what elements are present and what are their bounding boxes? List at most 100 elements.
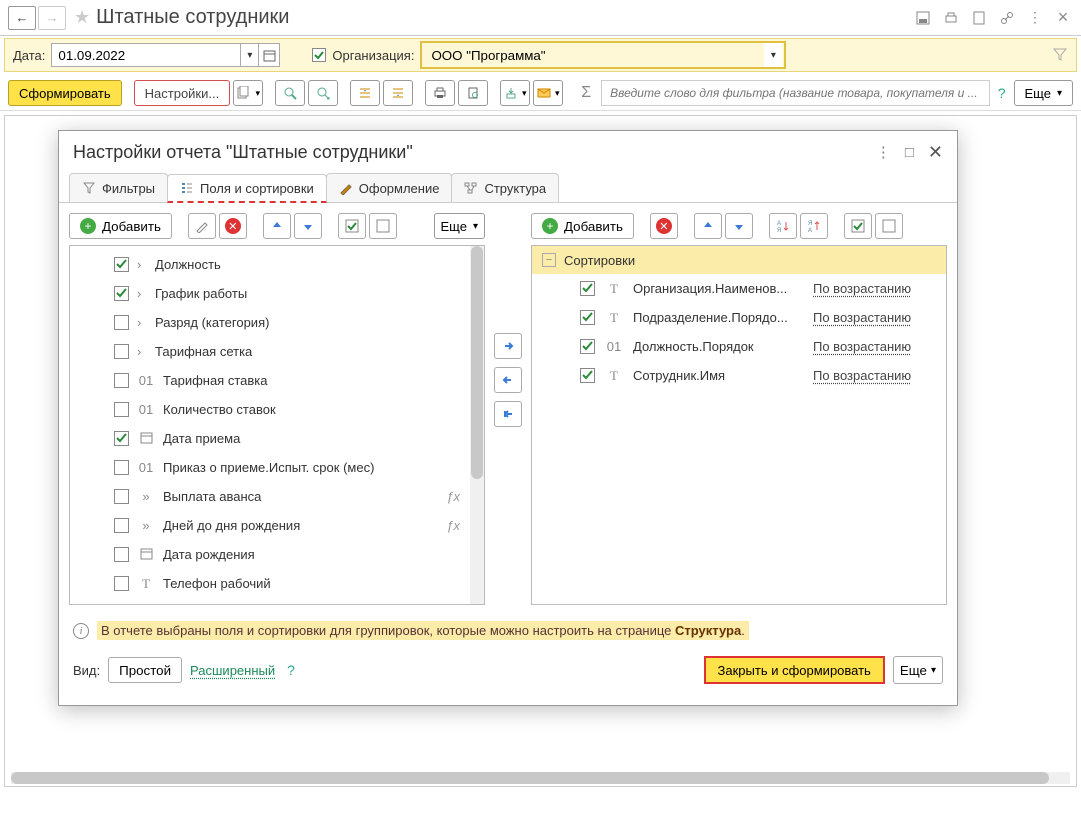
filter-funnel-icon[interactable]: [1052, 46, 1068, 65]
row-checkbox[interactable]: [114, 286, 129, 301]
field-row[interactable]: ›Должность: [74, 250, 468, 279]
row-checkbox[interactable]: [580, 281, 595, 296]
field-row[interactable]: 01Приказ о приеме.Испыт. срок (мес): [74, 453, 468, 482]
fields-move-down-button[interactable]: [294, 213, 322, 239]
nav-back-button[interactable]: ←: [8, 6, 36, 30]
report-icon[interactable]: [969, 8, 989, 28]
print-icon[interactable]: [941, 8, 961, 28]
org-dropdown-button[interactable]: ▾: [764, 43, 782, 67]
move-left-button[interactable]: [494, 367, 522, 393]
row-checkbox[interactable]: [580, 339, 595, 354]
toolbar-more-button[interactable]: Еще▾: [1014, 80, 1073, 106]
row-checkbox[interactable]: [114, 518, 129, 533]
tab-structure[interactable]: Структура: [451, 173, 559, 202]
expand-all-button[interactable]: [350, 80, 380, 106]
menu-dots-icon[interactable]: ⋮: [1025, 8, 1045, 28]
row-checkbox[interactable]: [114, 402, 129, 417]
sigma-icon[interactable]: Σ: [575, 84, 597, 102]
find-next-button[interactable]: [308, 80, 338, 106]
footer-more-button[interactable]: Еще▾: [893, 656, 943, 684]
sort-direction[interactable]: По возрастанию: [813, 310, 911, 325]
fields-uncheck-all-button[interactable]: [369, 213, 397, 239]
row-checkbox[interactable]: [114, 547, 129, 562]
sort-direction[interactable]: По возрастанию: [813, 281, 911, 296]
fields-scrollbar[interactable]: [470, 246, 484, 604]
field-row[interactable]: TТелефон рабочий: [74, 569, 468, 598]
modal-maximize-icon[interactable]: □: [905, 144, 914, 161]
row-checkbox[interactable]: [580, 310, 595, 325]
date-input[interactable]: [51, 43, 241, 67]
sorts-move-up-button[interactable]: [694, 213, 722, 239]
tab-filters[interactable]: Фильтры: [69, 173, 168, 202]
field-row[interactable]: ›Тарифная сетка: [74, 337, 468, 366]
sort-desc-button[interactable]: ЯА: [800, 213, 828, 239]
row-checkbox[interactable]: [114, 460, 129, 475]
horizontal-scrollbar[interactable]: [11, 772, 1070, 784]
settings-variants-button[interactable]: ▾: [233, 80, 263, 106]
sorts-group-header[interactable]: − Сортировки: [532, 246, 946, 274]
field-row[interactable]: 01Количество ставок: [74, 395, 468, 424]
row-checkbox[interactable]: [114, 257, 129, 272]
email-button[interactable]: ▾: [533, 80, 563, 106]
sort-direction[interactable]: По возрастанию: [813, 368, 911, 383]
generate-button[interactable]: Сформировать: [8, 80, 122, 106]
row-checkbox[interactable]: [580, 368, 595, 383]
save-icon[interactable]: [913, 8, 933, 28]
tab-design[interactable]: Оформление: [326, 173, 453, 202]
row-checkbox[interactable]: [114, 489, 129, 504]
field-row[interactable]: »Дней до дня рожденияƒx: [74, 511, 468, 540]
field-row[interactable]: 01Тарифная ставка: [74, 366, 468, 395]
modal-menu-icon[interactable]: ⋮: [876, 143, 891, 161]
field-row[interactable]: ›Разряд (категория): [74, 308, 468, 337]
close-and-generate-button[interactable]: Закрыть и сформировать: [704, 656, 885, 684]
sorts-check-all-button[interactable]: [844, 213, 872, 239]
preview-button[interactable]: [458, 80, 488, 106]
find-button[interactable]: [275, 80, 305, 106]
row-checkbox[interactable]: [114, 576, 129, 591]
fields-check-all-button[interactable]: [338, 213, 366, 239]
sorts-delete-button[interactable]: ✕: [650, 213, 678, 239]
collapse-icon[interactable]: −: [542, 253, 556, 267]
row-checkbox[interactable]: [114, 431, 129, 446]
fields-move-up-button[interactable]: [263, 213, 291, 239]
fields-add-button[interactable]: +Добавить: [69, 213, 172, 239]
row-checkbox[interactable]: [114, 315, 129, 330]
link-icon[interactable]: [997, 8, 1017, 28]
collapse-all-button[interactable]: [383, 80, 413, 106]
sort-row[interactable]: 01Должность.ПорядокПо возрастанию: [532, 332, 946, 361]
sort-asc-button[interactable]: АЯ: [769, 213, 797, 239]
row-checkbox[interactable]: [114, 344, 129, 359]
view-extended-link[interactable]: Расширенный: [190, 663, 275, 678]
org-input[interactable]: [424, 44, 764, 66]
move-right-button[interactable]: [494, 333, 522, 359]
sort-direction[interactable]: По возрастанию: [813, 339, 911, 354]
favorite-star-icon[interactable]: ★: [74, 7, 90, 28]
sorts-move-down-button[interactable]: [725, 213, 753, 239]
filter-search-input[interactable]: [601, 80, 990, 106]
window-close-icon[interactable]: ×: [1053, 8, 1073, 28]
print-button[interactable]: [425, 80, 455, 106]
modal-close-icon[interactable]: ✕: [928, 142, 943, 163]
view-simple-button[interactable]: Простой: [108, 657, 182, 683]
settings-button[interactable]: Настройки...: [134, 80, 231, 106]
field-row[interactable]: Дата рождения: [74, 540, 468, 569]
footer-help-button[interactable]: ?: [283, 662, 299, 678]
sorts-uncheck-all-button[interactable]: [875, 213, 903, 239]
save-file-button[interactable]: ▾: [500, 80, 530, 106]
fields-more-button[interactable]: Еще▾: [434, 213, 485, 239]
fields-edit-button[interactable]: [188, 213, 216, 239]
move-all-left-button[interactable]: [494, 401, 522, 427]
fields-delete-button[interactable]: ✕: [219, 213, 247, 239]
date-dropdown-button[interactable]: ▾: [241, 43, 259, 67]
row-checkbox[interactable]: [114, 373, 129, 388]
calendar-button[interactable]: [258, 43, 280, 67]
help-button[interactable]: ?: [994, 85, 1010, 101]
org-enable-checkbox[interactable]: [312, 48, 326, 62]
sort-row[interactable]: TПодразделение.Порядо...По возрастанию: [532, 303, 946, 332]
field-row[interactable]: Дата приема: [74, 424, 468, 453]
sorts-add-button[interactable]: +Добавить: [531, 213, 634, 239]
field-row[interactable]: ›Состояние: [74, 598, 468, 605]
sort-row[interactable]: TСотрудник.ИмяПо возрастанию: [532, 361, 946, 390]
field-row[interactable]: ›График работы: [74, 279, 468, 308]
field-row[interactable]: »Выплата авансаƒx: [74, 482, 468, 511]
